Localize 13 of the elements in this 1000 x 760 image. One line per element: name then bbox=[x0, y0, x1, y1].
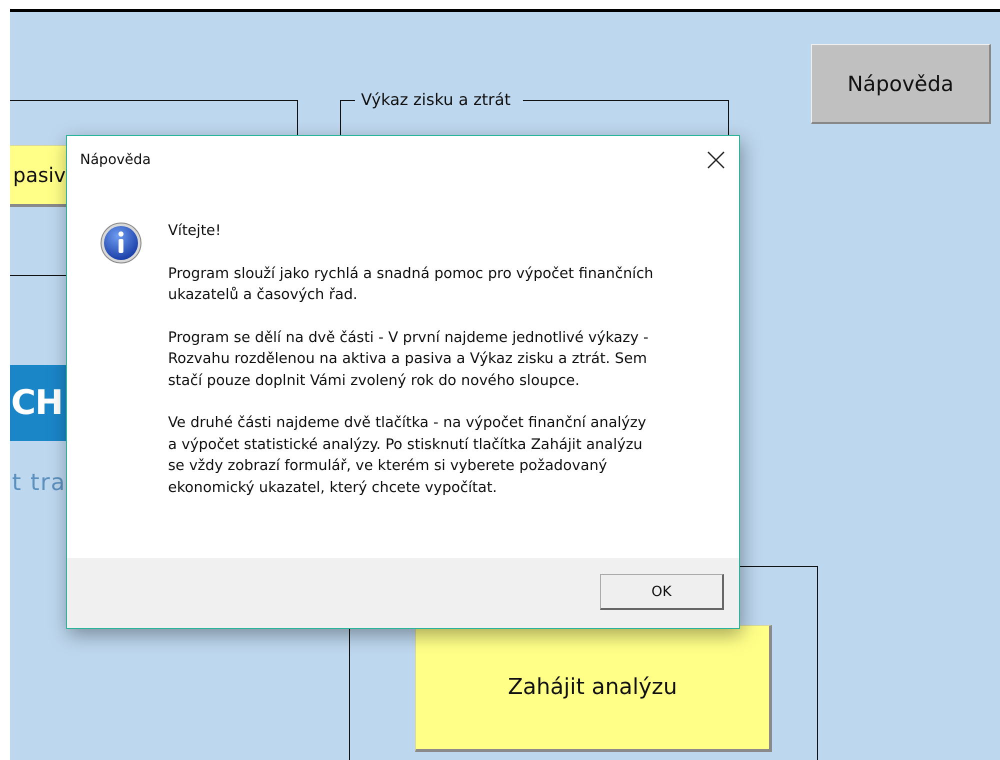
help-paragraph: Program se dělí na dvě části - V první najdeme jednotlivé výkazy - Rozvahu rozdělenou na aktiva a pasiva a Výkaz zisku a ztrát. Sem stačí pouze doplnit Vámi zvolený rok do nového sloupce. bbox=[168, 328, 650, 390]
welcome-heading: Vítejte! bbox=[168, 222, 222, 241]
group-title: Výkaz zisku a ztrát bbox=[355, 90, 523, 109]
logo-tagline: t tra bbox=[12, 470, 66, 496]
logo: CH bbox=[10, 365, 66, 441]
help-paragraph: Program slouží jako rychlá a snadná pomoc pro výpočet finančních ukazatelů a časových řad. bbox=[168, 264, 654, 305]
dialog-title: Nápověda bbox=[80, 152, 151, 168]
start-analysis-button[interactable]: Zahájit analýzu bbox=[415, 625, 772, 752]
help-paragraph: Ve druhé části najdeme dvě tlačítka - na výpočet finanční analýzy a výpočet statistické analýzy. Po stisknutí tlačítka Zahájit analýzu se vždy zobrazí formulář, ve kterém si vyberete požadovaný ekonomický ukazatel, který chcete vypočítat. bbox=[168, 414, 648, 498]
close-icon[interactable] bbox=[705, 149, 727, 171]
ok-button[interactable]: OK bbox=[600, 574, 724, 610]
info-icon bbox=[100, 222, 142, 264]
help-button[interactable]: Nápověda bbox=[811, 44, 991, 124]
